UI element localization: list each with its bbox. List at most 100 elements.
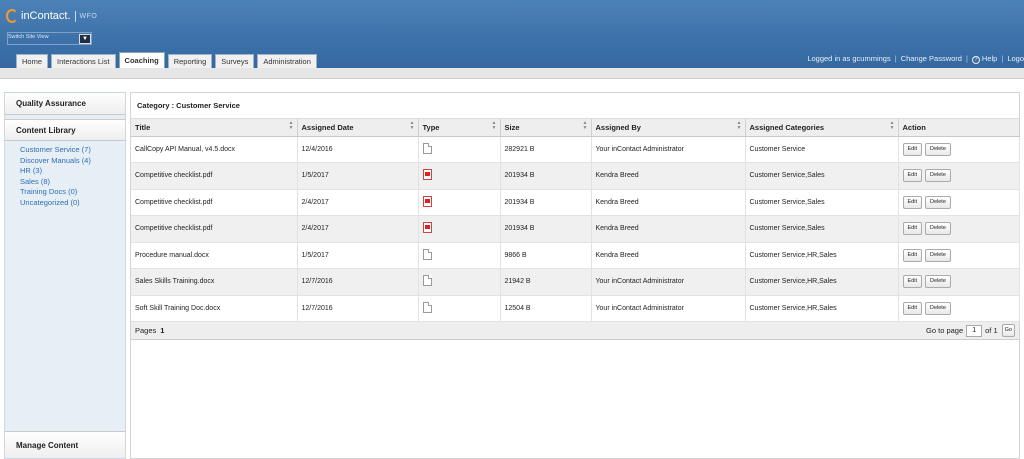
- help-link[interactable]: Help: [982, 54, 997, 63]
- tab-interactions-list[interactable]: Interactions List: [51, 54, 116, 68]
- pdf-file-icon: [422, 222, 432, 234]
- size-cell: 21942 B: [500, 268, 592, 296]
- size-cell: 9866 B: [500, 242, 592, 269]
- delete-button[interactable]: Delete: [924, 301, 951, 315]
- assigned-categories-cell: Customer Service,Sales: [745, 162, 899, 190]
- table-row: Procedure manual.docx 1/5/2017 9866 B Kendr…: [131, 242, 1020, 269]
- sort-icon[interactable]: ▲ ▼: [410, 121, 415, 131]
- documents-table: Title ▲ ▼ Assigned Date ▲ ▼ Type ▲ ▼ Size ▲ ▼ As…: [131, 119, 1020, 322]
- edit-button[interactable]: Edit: [902, 222, 922, 236]
- sidebar-item-sales[interactable]: Sales (8): [20, 177, 125, 188]
- column-header-assigned-categories[interactable]: Assigned Categories ▲ ▼: [745, 119, 899, 137]
- sort-icon[interactable]: ▲ ▼: [583, 121, 588, 131]
- sort-icon[interactable]: ▲ ▼: [289, 121, 294, 131]
- page-number-input[interactable]: 1: [966, 324, 983, 337]
- assigned-categories-cell: Customer Service,HR,Sales: [745, 242, 899, 269]
- edit-button[interactable]: Edit: [902, 195, 922, 209]
- top-bar: inContact. WFO Switch Site View ▼ Home I…: [0, 0, 1024, 68]
- table-row: CallCopy API Manual, v4.5.docx 12/4/2016 2…: [131, 136, 1020, 163]
- sidebar-item-training-docs[interactable]: Training Docs (0): [20, 187, 125, 198]
- sidebar-item-customer-service[interactable]: Customer Service (7): [20, 145, 125, 156]
- assigned-categories-cell: Customer Service: [745, 136, 899, 163]
- change-password-link[interactable]: Change Password: [901, 54, 962, 63]
- user-bar: Logged in as gcummings | Change Password |?…: [807, 54, 1024, 64]
- brand-name: inContact.: [21, 10, 71, 22]
- delete-button[interactable]: Delete: [924, 248, 951, 262]
- sidebar: Quality Assurance Content Library Custom…: [4, 92, 126, 459]
- table-row: Sales Skills Training.docx 12/7/2016 21942…: [131, 268, 1020, 296]
- manage-content-header[interactable]: Manage Content: [5, 431, 125, 458]
- tab-coaching[interactable]: Coaching: [118, 52, 165, 68]
- sort-icon[interactable]: ▲ ▼: [737, 121, 742, 131]
- delete-button[interactable]: Delete: [924, 195, 951, 209]
- sidebar-item-discover-manuals[interactable]: Discover Manuals (4): [20, 156, 125, 167]
- content-library-header[interactable]: Content Library: [5, 119, 125, 141]
- column-header-assigned-by[interactable]: Assigned By ▲ ▼: [591, 119, 746, 137]
- assigned-categories-cell: Customer Service,Sales: [745, 215, 899, 243]
- document-file-icon: [422, 142, 432, 154]
- type-cell: [418, 136, 501, 163]
- edit-button[interactable]: Edit: [902, 275, 922, 289]
- logo: inContact. WFO: [6, 9, 97, 23]
- action-cell: Edit Delete: [898, 136, 1020, 163]
- assigned-by-cell: Kendra Breed: [591, 189, 746, 216]
- dropdown-arrow-icon[interactable]: ▼: [79, 34, 91, 44]
- size-cell: 282921 B: [500, 136, 592, 163]
- column-header-action: Action: [898, 119, 1020, 137]
- sidebar-item-hr[interactable]: HR (3): [20, 166, 125, 177]
- edit-button[interactable]: Edit: [902, 142, 922, 156]
- assigned-date-cell: 12/4/2016: [297, 136, 419, 163]
- page-total-label: of 1: [985, 326, 998, 335]
- incontact-logo-icon: [6, 9, 18, 23]
- type-cell: [418, 242, 501, 269]
- edit-button[interactable]: Edit: [902, 169, 922, 183]
- sort-icon[interactable]: ▲ ▼: [890, 121, 895, 131]
- title-cell: Procedure manual.docx: [131, 242, 298, 269]
- title-cell: Soft Skill Training Doc.docx: [131, 295, 298, 322]
- page-link-current[interactable]: 1: [160, 326, 164, 335]
- category-list: Customer Service (7) Discover Manuals (4…: [5, 141, 125, 208]
- delete-button[interactable]: Delete: [924, 275, 951, 289]
- column-header-size[interactable]: Size ▲ ▼: [500, 119, 592, 137]
- switch-site-label: Switch Site View: [8, 34, 49, 40]
- assigned-date-cell: 12/7/2016: [297, 295, 419, 322]
- assigned-by-cell: Kendra Breed: [591, 215, 746, 243]
- assigned-date-cell: 12/7/2016: [297, 268, 419, 296]
- size-cell: 201934 B: [500, 189, 592, 216]
- help-icon[interactable]: ?: [971, 56, 980, 64]
- assigned-date-cell: 2/4/2017: [297, 189, 419, 216]
- type-cell: [418, 268, 501, 296]
- assigned-date-cell: 1/5/2017: [297, 242, 419, 269]
- logout-link[interactable]: Logo: [1007, 54, 1024, 63]
- column-header-title[interactable]: Title ▲ ▼: [131, 119, 298, 137]
- quality-assurance-header[interactable]: Quality Assurance: [5, 93, 125, 115]
- action-cell: Edit Delete: [898, 242, 1020, 269]
- tab-administration[interactable]: Administration: [257, 54, 317, 68]
- sub-toolbar: [0, 68, 1024, 79]
- assigned-categories-cell: Customer Service,HR,Sales: [745, 295, 899, 322]
- size-cell: 201934 B: [500, 162, 592, 190]
- delete-button[interactable]: Delete: [924, 169, 951, 183]
- delete-button[interactable]: Delete: [924, 142, 951, 156]
- pdf-file-icon: [422, 195, 432, 207]
- edit-button[interactable]: Edit: [902, 301, 922, 315]
- sidebar-item-uncategorized[interactable]: Uncategorized (0): [20, 198, 125, 209]
- edit-button[interactable]: Edit: [902, 248, 922, 262]
- tab-home[interactable]: Home: [16, 54, 49, 68]
- table-row: Competitive checklist.pdf 2/4/2017 201934 …: [131, 189, 1020, 216]
- pages-label: Pages: [135, 326, 157, 335]
- assigned-by-cell: Your inContact Administrator: [591, 295, 746, 322]
- tab-surveys[interactable]: Surveys: [215, 54, 255, 68]
- assigned-date-cell: 2/4/2017: [297, 215, 419, 243]
- document-file-icon: [422, 275, 432, 287]
- tab-reporting[interactable]: Reporting: [167, 54, 213, 68]
- go-button[interactable]: Go: [1001, 324, 1015, 337]
- sort-icon[interactable]: ▲ ▼: [492, 121, 497, 131]
- column-header-type[interactable]: Type ▲ ▼: [418, 119, 501, 137]
- delete-button[interactable]: Delete: [924, 222, 951, 236]
- main-tabs: Home Interactions List Coaching Reportin…: [16, 52, 320, 68]
- table-row: Competitive checklist.pdf 2/4/2017 201934 …: [131, 215, 1020, 243]
- pdf-file-icon: [422, 169, 432, 181]
- column-header-assigned-date[interactable]: Assigned Date ▲ ▼: [297, 119, 419, 137]
- content-panel: Category : Customer Service Title ▲ ▼ Assi…: [130, 92, 1020, 459]
